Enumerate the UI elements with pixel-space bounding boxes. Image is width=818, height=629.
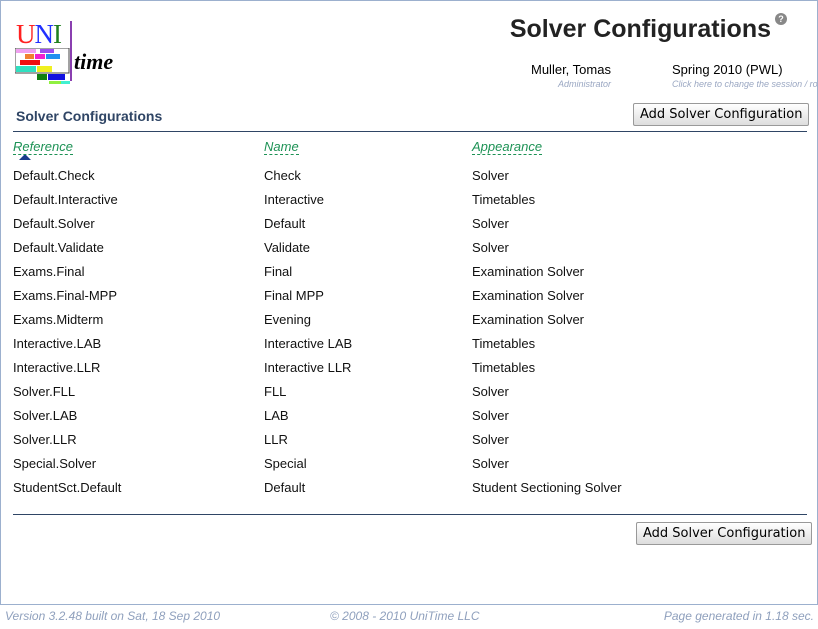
logo-uni: UNI — [16, 19, 62, 50]
cell-appearance[interactable]: Solver — [472, 163, 622, 187]
cell-reference[interactable]: Default.Interactive — [13, 187, 264, 211]
session-name[interactable]: Spring 2010 (PWL) — [672, 62, 783, 77]
cell-name[interactable]: Special — [264, 451, 472, 475]
timetable-grid-icon — [15, 48, 70, 84]
cell-reference[interactable]: Interactive.LLR — [13, 355, 264, 379]
page-title: Solver Configurations — [509, 15, 771, 43]
logo-divider — [70, 21, 72, 81]
add-solver-configuration-button-bottom[interactable]: Add Solver Configuration — [636, 522, 813, 545]
user-role: Administrator — [557, 79, 611, 89]
cell-name[interactable]: Final MPP — [264, 283, 472, 307]
table-row[interactable]: Exams.Final Final Examination Solver — [13, 259, 622, 283]
cell-name[interactable]: Final — [264, 259, 472, 283]
solver-configurations-table: Reference Name Appearance Default.Check C… — [13, 139, 622, 499]
table-row[interactable]: Solver.LLR LLR Solver — [13, 427, 622, 451]
footer-divider — [13, 514, 807, 515]
cell-name[interactable]: Interactive LLR — [264, 355, 472, 379]
table-row[interactable]: Default.Interactive Interactive Timetables — [13, 187, 622, 211]
column-header-appearance[interactable]: Appearance — [472, 139, 622, 163]
table-row[interactable]: Exams.Final-MPP Final MPP Examination Solv… — [13, 283, 622, 307]
cell-appearance[interactable]: Examination Solver — [472, 307, 622, 331]
session-hint[interactable]: Click here to change the session / role. — [672, 79, 818, 89]
table-row[interactable]: Exams.Midterm Evening Examination Solver — [13, 307, 622, 331]
table-row[interactable]: StudentSct.Default Default Student Section… — [13, 475, 622, 499]
add-solver-configuration-button-top[interactable]: Add Solver Configuration — [633, 103, 810, 126]
cell-name[interactable]: Evening — [264, 307, 472, 331]
cell-name[interactable]: FLL — [264, 379, 472, 403]
page-frame: UNI time Solver Configurations ? Muller,… — [0, 0, 818, 605]
cell-appearance[interactable]: Examination Solver — [472, 283, 622, 307]
user-info: Muller, Tomas Administrator — [531, 62, 611, 89]
user-name: Muller, Tomas — [531, 62, 611, 77]
copyright: © 2008 - 2010 UniTime LLC — [330, 609, 480, 623]
table-row[interactable]: Solver.LAB LAB Solver — [13, 403, 622, 427]
cell-appearance[interactable]: Timetables — [472, 355, 622, 379]
cell-appearance[interactable]: Solver — [472, 211, 622, 235]
column-label[interactable]: Name — [264, 139, 299, 155]
logo-letter: N — [34, 19, 54, 49]
section-title: Solver Configurations — [16, 108, 163, 124]
cell-reference[interactable]: Default.Solver — [13, 211, 264, 235]
page-generated-time: Page generated in 1.18 sec. — [663, 609, 814, 623]
cell-appearance[interactable]: Solver — [472, 451, 622, 475]
cell-reference[interactable]: StudentSct.Default — [13, 475, 264, 499]
cell-reference[interactable]: Default.Check — [13, 163, 264, 187]
cell-appearance[interactable]: Solver — [472, 427, 622, 451]
cell-appearance[interactable]: Examination Solver — [472, 259, 622, 283]
logo-letter: U — [16, 19, 35, 49]
cell-name[interactable]: Validate — [264, 235, 472, 259]
cell-reference[interactable]: Interactive.LAB — [13, 331, 264, 355]
table-row[interactable]: Solver.FLL FLL Solver — [13, 379, 622, 403]
cell-name[interactable]: Check — [264, 163, 472, 187]
cell-appearance[interactable]: Solver — [472, 403, 622, 427]
logo-word: time — [74, 49, 114, 74]
cell-name[interactable]: LLR — [264, 427, 472, 451]
unitime-logo[interactable]: UNI time — [14, 19, 124, 85]
column-label[interactable]: Reference — [13, 139, 73, 155]
logo-letter: I — [53, 19, 62, 49]
table-row[interactable]: Default.Solver Default Solver — [13, 211, 622, 235]
cell-appearance[interactable]: Timetables — [472, 187, 622, 211]
cell-appearance[interactable]: Student Sectioning Solver — [472, 475, 622, 499]
cell-reference[interactable]: Exams.Final-MPP — [13, 283, 264, 307]
column-header-name[interactable]: Name — [264, 139, 472, 163]
version-info: Version 3.2.48 built on Sat, 18 Sep 2010 — [5, 609, 221, 623]
column-label[interactable]: Appearance — [472, 139, 543, 155]
cell-reference[interactable]: Special.Solver — [13, 451, 264, 475]
table-row[interactable]: Default.Check Check Solver — [13, 163, 622, 187]
cell-appearance[interactable]: Timetables — [472, 331, 622, 355]
cell-reference[interactable]: Default.Validate — [13, 235, 264, 259]
table-row[interactable]: Interactive.LLR Interactive LLR Timetables — [13, 355, 622, 379]
cell-reference[interactable]: Solver.FLL — [13, 379, 264, 403]
column-header-reference[interactable]: Reference — [13, 139, 264, 163]
session-info[interactable]: Spring 2010 (PWL) Click here to change th… — [672, 62, 818, 89]
header-divider — [13, 131, 807, 132]
question-circle-icon[interactable]: ? — [775, 13, 787, 25]
table-row[interactable]: Default.Validate Validate Solver — [13, 235, 622, 259]
table-row[interactable]: Interactive.LAB Interactive LAB Timetables — [13, 331, 622, 355]
cell-appearance[interactable]: Solver — [472, 235, 622, 259]
cell-name[interactable]: Default — [264, 211, 472, 235]
cell-appearance[interactable]: Solver — [472, 379, 622, 403]
cell-reference[interactable]: Exams.Midterm — [13, 307, 264, 331]
cell-name[interactable]: Default — [264, 475, 472, 499]
cell-name[interactable]: Interactive — [264, 187, 472, 211]
cell-name[interactable]: LAB — [264, 403, 472, 427]
table-row[interactable]: Special.Solver Special Solver — [13, 451, 622, 475]
cell-reference[interactable]: Exams.Final — [13, 259, 264, 283]
cell-reference[interactable]: Solver.LLR — [13, 427, 264, 451]
cell-reference[interactable]: Solver.LAB — [13, 403, 264, 427]
cell-name[interactable]: Interactive LAB — [264, 331, 472, 355]
